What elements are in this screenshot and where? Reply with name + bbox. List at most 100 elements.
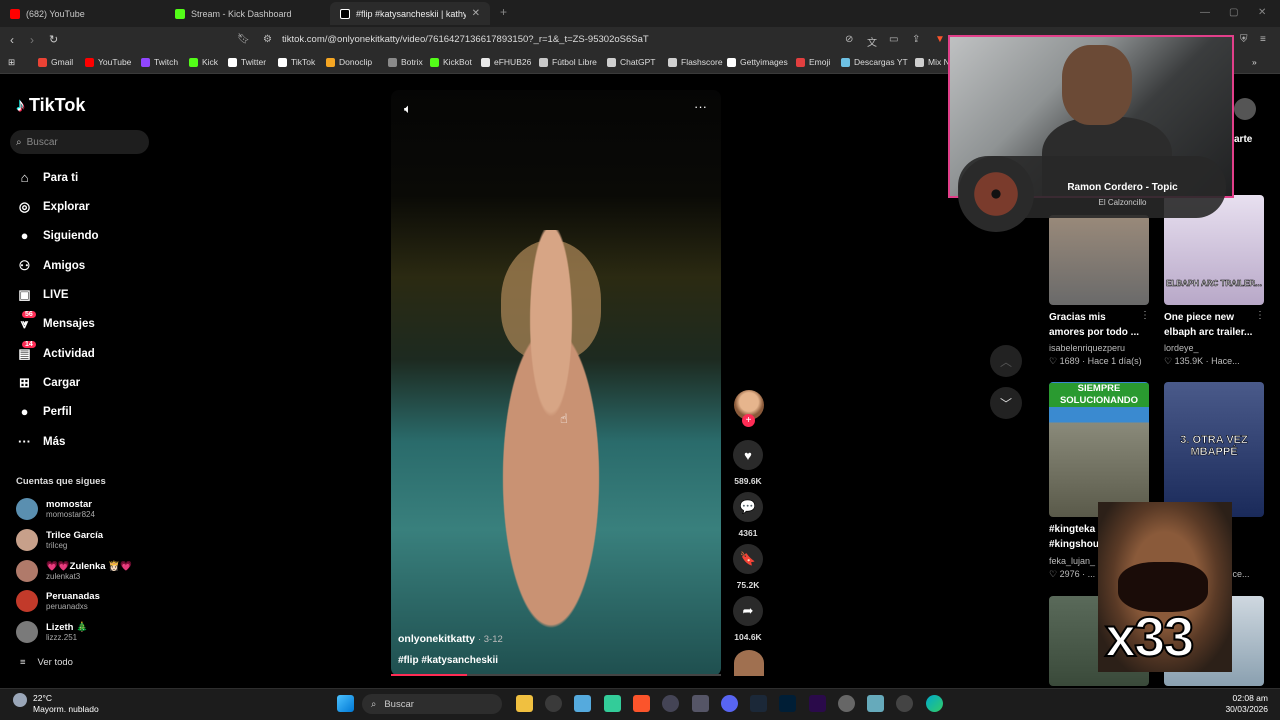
card-title[interactable]: One piece new bbox=[1164, 310, 1234, 325]
comment-button[interactable]: 💬 4361 bbox=[733, 492, 763, 538]
video-author-name[interactable]: onlyonekitkatty bbox=[398, 633, 475, 645]
tab-kick-dashboard[interactable]: Stream - Kick Dashboard bbox=[165, 2, 330, 25]
card-more-icon[interactable]: ⋮ bbox=[1255, 310, 1265, 321]
brave-shield-icon[interactable]: ▼ bbox=[935, 34, 945, 45]
maximize-button[interactable]: ▢ bbox=[1229, 7, 1238, 18]
bookmark-item[interactable]: Mix N bbox=[915, 57, 950, 67]
nav-item-home[interactable]: ⌂ Para ti bbox=[16, 170, 79, 185]
site-info-icon[interactable]: ⚙︎ bbox=[263, 34, 272, 45]
bookmark-item[interactable]: Emoji bbox=[796, 57, 830, 67]
weather-icon[interactable] bbox=[13, 693, 27, 707]
translate-icon[interactable]: 文 bbox=[867, 34, 877, 49]
share-button[interactable]: ➦ 104.6K bbox=[733, 596, 763, 642]
bookmark-item[interactable]: Kick bbox=[189, 57, 218, 67]
nav-item-live[interactable]: ▣ LIVE bbox=[16, 287, 68, 303]
close-tab-icon[interactable]: ✕ bbox=[472, 8, 480, 19]
bookmark-item[interactable]: ChatGPT bbox=[607, 57, 655, 67]
edge-icon[interactable] bbox=[926, 695, 943, 712]
bookmark-item[interactable]: Twitch bbox=[141, 57, 178, 67]
video-progress-bar[interactable] bbox=[391, 674, 721, 676]
nav-item-compass[interactable]: ◎ Explorar bbox=[16, 199, 90, 215]
bookmark-item[interactable]: KickBot bbox=[430, 57, 472, 67]
right-avatar-icon[interactable] bbox=[1234, 98, 1256, 120]
tiktok-logo[interactable]: ♪ TikTok bbox=[16, 95, 85, 116]
search-input[interactable]: ⌕ Buscar bbox=[10, 130, 149, 154]
bookmark-item[interactable]: TikTok bbox=[278, 57, 315, 67]
card-more-icon[interactable]: ⋮ bbox=[1140, 310, 1150, 321]
app-icon[interactable] bbox=[574, 695, 591, 712]
close-window-button[interactable]: ✕ bbox=[1258, 7, 1266, 18]
following-item[interactable]: Trilce García trilceg bbox=[16, 529, 103, 551]
bookmark-button[interactable]: 🔖 75.2K bbox=[733, 544, 763, 590]
following-item[interactable]: Lizeth 🎄 lizzz.251 bbox=[16, 621, 88, 643]
tab-tiktok-active[interactable]: #flip #katysancheskii | kathy san ✕ bbox=[330, 2, 490, 25]
menu-icon[interactable]: ≡ bbox=[1260, 34, 1266, 45]
nav-item-following-avatar[interactable]: ● Siguiendo bbox=[16, 228, 99, 243]
next-video-button[interactable]: ﹀ bbox=[990, 387, 1022, 419]
weather-widget[interactable]: 22°C Mayorm. nublado bbox=[33, 693, 99, 715]
app-icon[interactable] bbox=[604, 695, 621, 712]
steam-icon[interactable] bbox=[750, 695, 767, 712]
premiere-icon[interactable] bbox=[809, 695, 826, 712]
calculator-icon[interactable] bbox=[692, 695, 709, 712]
app-icon[interactable] bbox=[662, 695, 679, 712]
right-thumbnail-4[interactable]: 3. OTRA VEZ MBAPPÉ bbox=[1164, 382, 1264, 517]
right-thumbnail-3[interactable]: SIEMPRE SOLUCIONANDO bbox=[1049, 382, 1149, 517]
reader-icon[interactable]: ⊘ bbox=[845, 34, 853, 45]
system-clock[interactable]: 02:08 am 30/03/2026 bbox=[1225, 693, 1268, 715]
bookmark-item[interactable]: Descargas YT bbox=[841, 57, 908, 67]
nav-item-friends[interactable]: ⚇ Amigos bbox=[16, 258, 86, 274]
windows-start-icon[interactable] bbox=[337, 695, 354, 712]
vpn-icon[interactable]: ⛨ bbox=[1240, 34, 1248, 45]
reload-icon[interactable]: ↻ bbox=[49, 33, 58, 46]
previous-video-button[interactable]: ︿ bbox=[990, 345, 1022, 377]
new-tab-button[interactable]: + bbox=[500, 5, 507, 19]
following-item[interactable]: 💗💗Zulenka 👸🏻💗 zulenkat3 bbox=[16, 560, 132, 582]
bookmark-item[interactable]: YouTube bbox=[85, 57, 131, 67]
nav-item-activity[interactable]: ▤ Actividad bbox=[16, 346, 94, 362]
forward-icon[interactable]: › bbox=[30, 33, 34, 47]
follow-plus-icon[interactable]: + bbox=[742, 414, 755, 427]
settings-icon[interactable] bbox=[838, 695, 855, 712]
bookmark-page-icon[interactable]: 🔖︎ bbox=[237, 34, 250, 45]
minimize-button[interactable]: — bbox=[1200, 7, 1210, 18]
card-author[interactable]: isabelenriquezperu bbox=[1049, 343, 1125, 353]
obs-icon[interactable] bbox=[545, 695, 562, 712]
bookmark-item[interactable]: Fútbol Libre bbox=[539, 57, 597, 67]
cast-icon[interactable]: ▭ bbox=[889, 34, 898, 45]
heart-button[interactable]: ♥ 589.6K bbox=[733, 440, 763, 486]
card-author[interactable]: lordeye_ bbox=[1164, 343, 1199, 353]
see-all-button[interactable]: ≡ Ver todo bbox=[20, 657, 73, 668]
right-header-partial[interactable]: arte bbox=[1234, 134, 1252, 145]
more-bookmarks-icon[interactable]: » bbox=[1252, 57, 1257, 67]
nav-item-messages[interactable]: ⩔ Mensajes bbox=[16, 316, 95, 332]
discord-icon[interactable] bbox=[721, 695, 738, 712]
nav-item-upload[interactable]: ⊞ Cargar bbox=[16, 375, 80, 391]
bookmark-item[interactable]: Gettyimages bbox=[727, 57, 788, 67]
bookmark-item[interactable]: Botrix bbox=[388, 57, 423, 67]
back-icon[interactable]: ‹ bbox=[10, 33, 14, 47]
bookmark-item[interactable]: Gmail bbox=[38, 57, 73, 67]
url-field[interactable]: tiktok.com/@onlyonekitkatty/video/761642… bbox=[282, 34, 649, 45]
bookmark-item[interactable]: eFHUB26 bbox=[481, 57, 531, 67]
bookmark-item[interactable]: Twitter bbox=[228, 57, 266, 67]
card-title[interactable]: Gracias mis bbox=[1049, 310, 1106, 325]
nav-item-profile-avatar[interactable]: ● Perfil bbox=[16, 404, 72, 419]
bookmark-item[interactable]: Flashscore bbox=[668, 57, 723, 67]
media-player-icon[interactable] bbox=[896, 695, 913, 712]
card-title[interactable]: #kingshou bbox=[1049, 537, 1099, 552]
card-author[interactable]: feka_lujan_ bbox=[1049, 556, 1095, 566]
apps-grid-icon[interactable]: ⊞ bbox=[8, 57, 15, 68]
card-title[interactable]: elbaph arc trailer... bbox=[1164, 325, 1252, 340]
video-hashtags[interactable]: #flip #katysancheskii bbox=[398, 655, 498, 666]
volume-icon[interactable]: 🔈︎ bbox=[404, 101, 412, 117]
bookmark-item[interactable]: Donoclip bbox=[326, 57, 372, 67]
following-item[interactable]: momostar momostar824 bbox=[16, 498, 95, 520]
notepad-icon[interactable] bbox=[867, 695, 884, 712]
video-more-icon[interactable]: ··· bbox=[694, 99, 707, 114]
card-title[interactable]: #kingteka bbox=[1049, 522, 1095, 537]
tab-youtube[interactable]: (682) YouTube bbox=[0, 2, 165, 25]
brave-icon[interactable] bbox=[633, 695, 650, 712]
next-video-avatar[interactable] bbox=[734, 650, 764, 676]
nav-item-more[interactable]: ··· Más bbox=[16, 434, 65, 449]
